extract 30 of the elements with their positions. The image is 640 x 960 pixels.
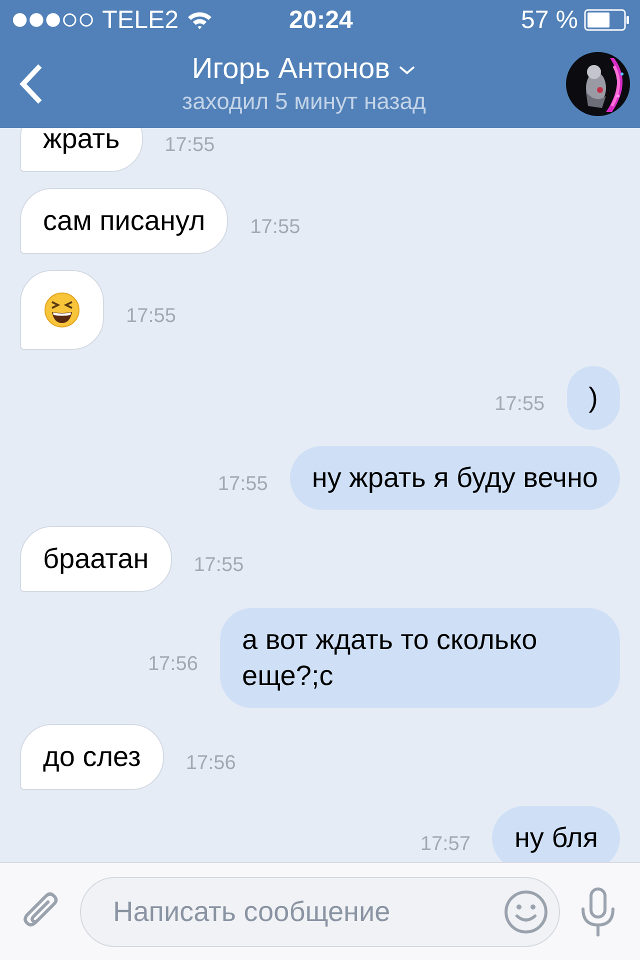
message-time: 17:56 (186, 752, 236, 774)
signal-icon (12, 12, 94, 28)
message-time: 17:55 (494, 392, 545, 416)
message-text: до слез (43, 740, 141, 774)
contact-name[interactable]: Игорь Антонов (192, 53, 390, 86)
message-time: 17:55 (126, 304, 176, 328)
message-time: 17:55 (164, 134, 215, 156)
carrier-name: TELE2 (102, 6, 179, 34)
message-text: ну жрать я буду вечно (312, 461, 598, 495)
message-text: ну бля (514, 821, 598, 855)
chevron-down-icon[interactable] (398, 64, 416, 76)
battery-percent: 57 % (521, 6, 578, 34)
message-input-field[interactable]: Написать сообщение (80, 876, 560, 946)
message-text: жрать (43, 128, 120, 156)
message-time: 17:55 (250, 216, 300, 238)
message-text: а вот ждать то сколько еще?;с (242, 623, 538, 693)
message-time: 17:55 (194, 554, 244, 576)
wifi-icon (186, 10, 212, 30)
battery-icon (584, 9, 630, 31)
laughing-face-icon (44, 292, 80, 328)
clock: 20:24 (289, 6, 353, 34)
message-time: 17:55 (218, 472, 268, 496)
smiley-icon[interactable] (504, 890, 548, 934)
back-icon (18, 63, 44, 105)
message-time: 17:57 (420, 832, 470, 856)
message-time: 17:56 (148, 652, 198, 676)
message-text: сам писанул (43, 204, 206, 238)
last-seen-status: заходил 5 минут назад (182, 88, 426, 115)
message-text: ) (588, 381, 598, 415)
message-text: браатан (43, 542, 149, 576)
